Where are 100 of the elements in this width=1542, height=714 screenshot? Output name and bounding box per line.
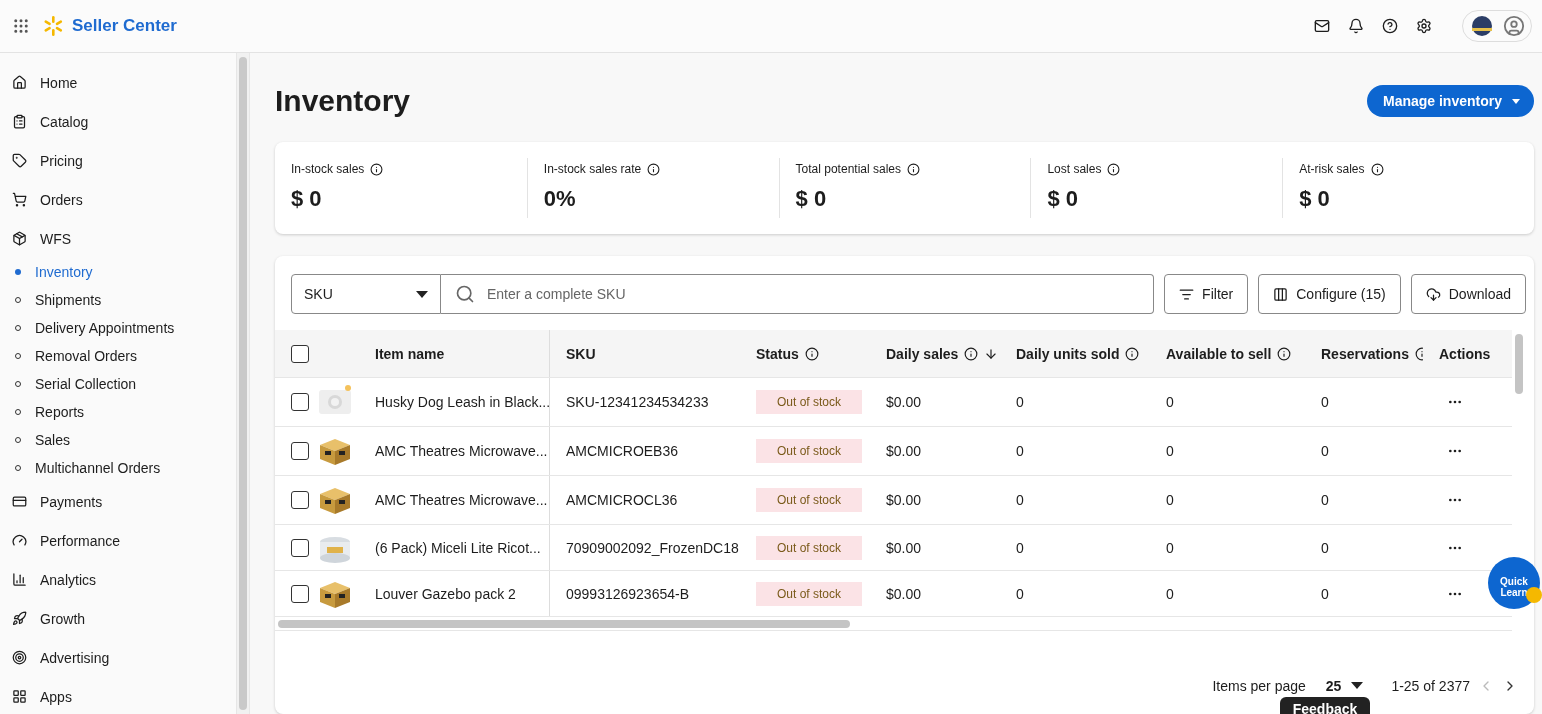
info-icon[interactable]	[1370, 162, 1384, 176]
nav-subitem[interactable]: Inventory	[0, 258, 236, 286]
nav-item[interactable]: Orders	[0, 180, 236, 219]
nav-subitem[interactable]: Serial Collection	[0, 370, 236, 398]
info-icon[interactable]	[370, 162, 384, 176]
row-checkbox[interactable]	[291, 393, 309, 411]
cart-icon	[12, 192, 27, 207]
home-icon	[12, 75, 27, 90]
horizontal-scrollbar-thumb[interactable]	[278, 620, 850, 628]
settings-icon[interactable]	[1416, 18, 1432, 34]
stat-value: $ 0	[795, 186, 828, 212]
info-icon[interactable]	[647, 162, 661, 176]
nav-item[interactable]: Pricing	[0, 141, 236, 180]
nav-subitem[interactable]: Removal Orders	[0, 342, 236, 370]
stat-label: In-stock sales	[291, 162, 365, 176]
nav-item[interactable]: Home	[0, 63, 236, 102]
avatar-icon[interactable]	[1503, 15, 1525, 37]
table-cell: 0	[1321, 539, 1329, 556]
nav-item[interactable]: Catalog	[0, 102, 236, 141]
column-header[interactable]: SKU	[550, 330, 740, 377]
toolbar-button[interactable]: Filter	[1164, 274, 1249, 314]
vertical-scrollbar-thumb[interactable]	[1515, 334, 1523, 394]
table-cell: $0.00	[886, 492, 922, 508]
nav-subitem[interactable]: Multichannel Orders	[0, 454, 236, 482]
column-header[interactable]: Reservations	[1305, 330, 1423, 377]
nav-item[interactable]: Payments	[0, 482, 236, 521]
column-header[interactable]: Available to sell	[1150, 330, 1305, 377]
nav-item[interactable]: Advertising	[0, 638, 236, 677]
nav-subitem[interactable]: Sales	[0, 426, 236, 454]
toolbar-button[interactable]: Download	[1410, 274, 1526, 314]
page-title: Inventory	[275, 84, 411, 118]
row-checkbox[interactable]	[291, 491, 309, 509]
table-cell: $0.00	[886, 539, 922, 556]
status-badge: Out of stock	[756, 439, 863, 463]
table-cell: $0.00	[886, 394, 922, 410]
column-header[interactable]: Item name	[365, 330, 550, 377]
table-cell: AMCMICROCL36	[566, 492, 678, 508]
table-cell: 0	[1016, 492, 1024, 508]
info-icon[interactable]	[1107, 162, 1121, 176]
column-header[interactable]: Daily units sold	[1000, 330, 1150, 377]
search-field[interactable]: Enter a complete SKU	[441, 274, 1155, 314]
table-cell: 09993126923654-B	[566, 585, 689, 602]
feedback-tab[interactable]: Feedback	[1280, 697, 1370, 714]
nav-subitem[interactable]: Delivery Appointments	[0, 314, 236, 342]
stat-value: $ 0	[1047, 186, 1079, 212]
select-all-checkbox[interactable]	[291, 344, 309, 363]
nav-item[interactable]: Analytics	[0, 560, 236, 599]
table-cell: 0	[1166, 539, 1174, 556]
notifications-icon[interactable]	[1348, 18, 1364, 34]
table-cell: SKU-12341234534233	[566, 394, 709, 410]
stat-label: At-risk sales	[1299, 162, 1365, 176]
table-cell: 0	[1321, 492, 1329, 508]
stat-label: Lost sales	[1047, 162, 1102, 176]
nav-subitem[interactable]: Reports	[0, 398, 236, 426]
column-header[interactable]: Status	[740, 330, 870, 377]
card-icon	[12, 494, 27, 509]
column-header[interactable]: Daily sales	[870, 330, 1000, 377]
table-cell: 0	[1166, 394, 1174, 410]
globe-icon	[1471, 15, 1493, 37]
status-badge: Out of stock	[756, 535, 863, 560]
toolbar-button[interactable]: Configure (15)	[1258, 274, 1401, 314]
nav-item[interactable]: Apps	[0, 677, 236, 714]
nav-subitem[interactable]: Shipments	[0, 286, 236, 314]
nav-item[interactable]: Growth	[0, 599, 236, 638]
columns-icon	[1273, 286, 1289, 302]
stat-label: Total potential sales	[795, 162, 901, 176]
row-checkbox[interactable]	[291, 584, 309, 603]
table-cell: 0	[1016, 539, 1024, 556]
grid-icon	[12, 689, 27, 704]
stat-value: $ 0	[291, 186, 323, 212]
status-badge: Out of stock	[756, 390, 863, 414]
table-cell: Husky Dog Leash in Black...	[375, 394, 549, 410]
row-checkbox[interactable]	[291, 442, 309, 460]
nav-item[interactable]: Performance	[0, 521, 236, 560]
column-header[interactable]: Actions	[1423, 330, 1508, 377]
cloud-download-icon	[1425, 286, 1441, 302]
items-per-page-select[interactable]: 25	[1319, 676, 1370, 695]
table-cell: 0	[1166, 443, 1174, 459]
items-per-page-label: Items per page	[1212, 677, 1306, 694]
target-icon	[12, 650, 27, 665]
table-cell: $0.00	[886, 585, 922, 602]
nav-item[interactable]: WFS	[0, 219, 236, 258]
tag-icon	[12, 153, 27, 168]
row-checkbox[interactable]	[291, 538, 309, 557]
manage-inventory-button[interactable]: Manage inventory	[1366, 85, 1534, 117]
table-cell: 0	[1016, 443, 1024, 459]
brand-name: Seller Center	[72, 16, 177, 36]
info-icon	[1277, 346, 1292, 361]
search-icon	[455, 284, 475, 304]
info-icon	[804, 346, 819, 361]
scrollbar-thumb[interactable]	[239, 57, 247, 710]
spark-logo-icon	[42, 15, 64, 37]
clipboard-icon	[12, 114, 27, 129]
table-cell: Louver Gazebo pack 2	[375, 585, 516, 602]
apps-menu-icon[interactable]	[12, 17, 30, 35]
info-icon[interactable]	[907, 162, 920, 176]
mail-icon[interactable]	[1314, 18, 1330, 34]
search-input[interactable]: Enter a complete SKU	[485, 285, 1140, 303]
help-icon[interactable]	[1382, 18, 1398, 34]
search-by-select[interactable]: SKU	[291, 274, 441, 314]
